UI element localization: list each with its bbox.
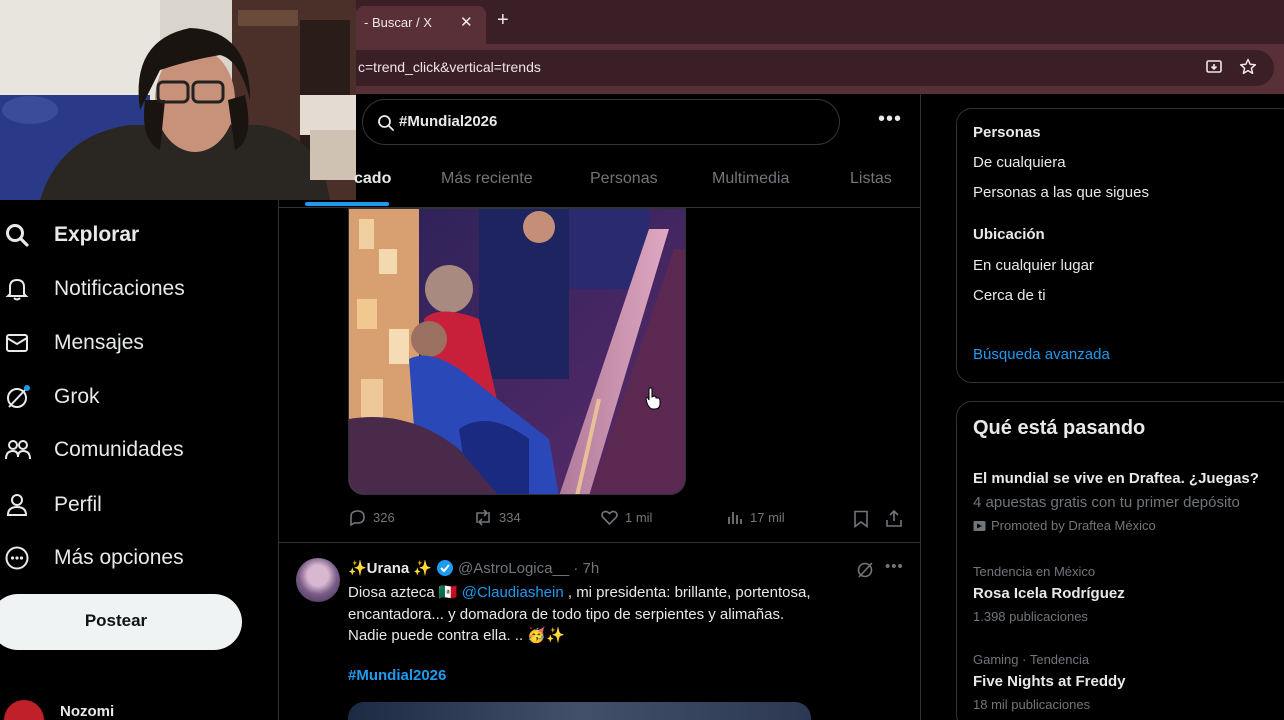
mention-link[interactable]: @Claudiashein [462, 584, 564, 601]
avatar[interactable] [4, 700, 44, 720]
nav-profile[interactable]: Perfil [0, 487, 102, 523]
post-text: Diosa azteca 🇲🇽 @Claudiashein , mi presi… [348, 582, 888, 647]
more-circle-icon [0, 544, 36, 572]
nav-grok[interactable]: Grok [0, 379, 100, 415]
address-bar[interactable]: c=trend_click&vertical=trends [340, 50, 1274, 86]
trends-title: Qué está pasando [973, 417, 1146, 439]
nav-label: Perfil [54, 493, 102, 516]
active-tab-indicator [305, 202, 389, 206]
column-divider [278, 200, 279, 720]
nav-label: Notificaciones [54, 277, 185, 300]
search-query: #Mundial2026 [399, 113, 498, 130]
search-icon [378, 115, 394, 131]
hand-cursor-icon [645, 387, 661, 410]
trends-panel: Qué está pasando El mundial se vive en D… [956, 401, 1284, 720]
post-image[interactable] [348, 702, 811, 720]
profile-name[interactable]: Nozomi [60, 703, 114, 720]
install-app-icon[interactable] [1204, 57, 1224, 77]
nav-communities[interactable]: Comunidades [0, 432, 184, 468]
share-icon[interactable] [885, 509, 903, 528]
person-icon [0, 491, 36, 519]
nav-label: Grok [54, 385, 100, 408]
column-divider [920, 94, 921, 720]
reply-button[interactable]: 326 [348, 508, 395, 527]
repost-count: 334 [499, 510, 521, 525]
advanced-search-link[interactable]: Búsqueda avanzada [973, 346, 1110, 363]
tab-lists[interactable]: Listas [850, 170, 892, 188]
post-button-label: Postear [84, 611, 148, 630]
filter-heading-people: Personas [973, 124, 1041, 141]
heart-icon [601, 510, 618, 526]
trend-context: Tendencia en México [973, 564, 1096, 579]
tab-title: - Buscar / X [364, 15, 432, 30]
post-text-line: , mi presidenta: brillante, portentosa, [563, 584, 811, 601]
nav-label: Comunidades [54, 438, 184, 461]
post-actions: 326 334 1 mil 17 mil [348, 508, 908, 532]
tab-people[interactable]: Personas [590, 170, 658, 188]
bell-icon [0, 275, 36, 303]
people-icon [0, 436, 36, 464]
filter-option-anyone[interactable]: De cualquiera [973, 154, 1066, 171]
like-count: 1 mil [625, 510, 653, 525]
trend-context: Gaming · Tendencia [973, 652, 1090, 667]
ad-title[interactable]: El mundial se vive en Draftea. ¿Juegas? [973, 470, 1259, 487]
new-tab-button[interactable]: + [497, 9, 509, 32]
trend-count: 1.398 publicaciones [973, 609, 1088, 624]
tab-top[interactable]: cado [354, 170, 391, 188]
nav-more-options[interactable]: Más opciones [0, 540, 184, 576]
reply-count: 326 [373, 510, 395, 525]
grok-icon[interactable] [856, 560, 875, 579]
nav-notifications[interactable]: Notificaciones [0, 271, 185, 307]
nav-label: Mensajes [54, 331, 144, 354]
browser-tab[interactable]: - Buscar / X ✕ [356, 6, 486, 44]
repost-icon [476, 509, 490, 526]
nav-label: Explorar [54, 223, 140, 246]
post-button[interactable]: Postear [0, 594, 242, 650]
promoted-icon [973, 521, 986, 531]
more-options-button[interactable]: ••• [878, 108, 902, 131]
author-name[interactable]: ✨Urana ✨ [348, 559, 432, 577]
author-handle[interactable]: @AstroLogica__ · 7h [458, 560, 599, 577]
analytics-icon [728, 512, 742, 524]
post-divider [279, 542, 920, 543]
nav-label: Más opciones [54, 546, 184, 569]
hashtag-link[interactable]: #Mundial2026 [348, 667, 446, 684]
post-text-line: encantadora... y domadora de todo tipo d… [348, 605, 785, 623]
trend-count: 18 mil publicaciones [973, 697, 1091, 712]
view-count: 17 mil [750, 509, 785, 525]
filter-heading-location: Ubicación [973, 226, 1045, 243]
ad-text: 4 apuestas gratis con tu primer depósito [973, 494, 1240, 511]
reply-icon [350, 510, 365, 527]
nav-messages[interactable]: Mensajes [0, 325, 144, 361]
search-filters-panel: Personas De cualquiera Personas a las qu… [956, 108, 1284, 383]
views-button[interactable]: 17 mil [726, 508, 785, 526]
post-text-line: Diosa azteca 🇲🇽 [348, 584, 462, 601]
search-icon [0, 221, 36, 249]
tab-media[interactable]: Multimedia [712, 170, 789, 188]
trend-name[interactable]: Rosa Icela Rodríguez [973, 585, 1125, 602]
post-text-line: Nadie puede contra ella. .. 🥳✨ [348, 627, 565, 644]
url-text: c=trend_click&vertical=trends [358, 59, 541, 75]
tab-latest[interactable]: Más reciente [441, 170, 533, 188]
post-more-button[interactable]: ••• [885, 558, 904, 575]
nav-explore[interactable]: Explorar [0, 217, 139, 253]
envelope-icon [0, 329, 36, 357]
ad-promoted: Promoted by Draftea México [991, 518, 1156, 533]
like-button[interactable]: 1 mil [600, 508, 652, 527]
bookmark-star-icon[interactable] [1238, 57, 1258, 77]
close-icon[interactable]: ✕ [460, 13, 473, 31]
trend-name[interactable]: Five Nights at Freddy [973, 673, 1126, 690]
post-header: ✨Urana ✨ @AstroLogica__ · 7h [348, 559, 599, 578]
avatar[interactable] [296, 558, 340, 602]
post-image[interactable] [348, 208, 686, 495]
filter-option-near-you[interactable]: Cerca de ti [973, 287, 1046, 304]
search-input[interactable]: #Mundial2026 [362, 99, 840, 145]
search-tabs: cado Más reciente Personas Multimedia Li… [279, 150, 920, 208]
filter-option-following[interactable]: Personas a las que sigues [973, 184, 1149, 201]
grok-icon [0, 383, 36, 411]
filter-option-anywhere[interactable]: En cualquier lugar [973, 257, 1094, 274]
bookmark-icon[interactable] [853, 510, 869, 528]
verified-badge-icon [437, 560, 454, 576]
repost-button[interactable]: 334 [473, 508, 521, 527]
